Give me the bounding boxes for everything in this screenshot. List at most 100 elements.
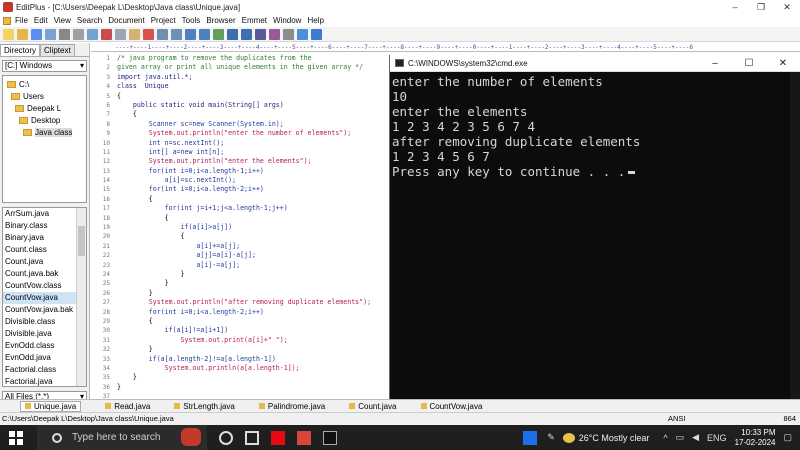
weather-icon[interactable]	[562, 432, 575, 443]
file-item[interactable]: Divisible.java	[3, 328, 86, 340]
help-icon[interactable]	[311, 28, 322, 40]
netflix-icon[interactable]	[271, 430, 285, 445]
menu-file[interactable]: File	[15, 16, 28, 25]
code-line[interactable]: import java.util.*;	[117, 73, 391, 82]
doc-tab-read[interactable]: Read.java	[105, 402, 150, 411]
drive-select[interactable]: [C:] Windows	[2, 60, 87, 72]
cortana-icon[interactable]	[219, 430, 233, 445]
code-line[interactable]: }	[117, 383, 391, 392]
cmd-scrollbar[interactable]	[790, 72, 800, 399]
code-line[interactable]: for(int i=0;i<a.length-2;i++)	[117, 308, 391, 317]
file-list-scrollbar[interactable]	[76, 208, 86, 386]
code-line[interactable]: /* java program to remove the duplicates…	[117, 54, 391, 63]
volume-icon[interactable]: ◀	[692, 432, 699, 443]
file-item[interactable]: CountVow.java.bak	[3, 304, 86, 316]
code-line[interactable]: int[] a=new int[n];	[117, 148, 391, 157]
weather-text[interactable]: 26°C Mostly clear	[579, 433, 650, 443]
open-folder-icon[interactable]	[17, 28, 28, 40]
print-preview-icon[interactable]	[73, 28, 84, 40]
file-item[interactable]: Count.java	[3, 256, 86, 268]
code-line[interactable]: class Unique	[117, 82, 391, 91]
code-line[interactable]: for(int i=0;i<a.length-1;i++)	[117, 167, 391, 176]
taskbar-search[interactable]: Type here to search	[37, 425, 207, 450]
find-icon[interactable]	[185, 28, 196, 40]
console-output[interactable]: enter the number of elements 10 enter th…	[390, 72, 800, 179]
menu-search[interactable]: Search	[77, 16, 102, 25]
maximize-button[interactable]: ❐	[748, 0, 774, 14]
code-line[interactable]: public static void main(String[] args)	[117, 101, 391, 110]
code-line[interactable]: {	[117, 232, 391, 241]
file-item[interactable]: Divisible.class	[3, 316, 86, 328]
code-line[interactable]: }	[117, 279, 391, 288]
code-line[interactable]: a[i]+=a[j];	[117, 242, 391, 251]
folder-item[interactable]: Desktop	[3, 114, 86, 126]
code-line[interactable]: }	[117, 289, 391, 298]
doc-tab-strlength[interactable]: StrLength.java	[174, 402, 235, 411]
cut-icon[interactable]	[101, 28, 112, 40]
tab-directory[interactable]: Directory	[0, 44, 41, 56]
code-line[interactable]: given array or print all unique elements…	[117, 63, 391, 72]
undo-icon[interactable]	[157, 28, 168, 40]
code-line[interactable]	[117, 392, 391, 398]
menu-emmet[interactable]: Emmet	[242, 16, 267, 25]
code-line[interactable]: {	[117, 317, 391, 326]
code-line[interactable]: a[j]=a[i]-a[j];	[117, 251, 391, 260]
editplus-taskbar-icon[interactable]	[297, 430, 311, 445]
onedrive-icon[interactable]	[523, 430, 538, 445]
goto-icon[interactable]	[213, 28, 224, 40]
file-item-selected[interactable]: CountVow.java	[3, 292, 86, 304]
code-line[interactable]: }	[117, 270, 391, 279]
tab-cliptext[interactable]: Cliptext	[40, 44, 75, 56]
doc-tab-countvow[interactable]: CountVow.java	[420, 402, 482, 411]
doc-tab-palindrome[interactable]: Palindrome.java	[258, 402, 325, 411]
code-line[interactable]: a[i]=sc.nextInt();	[117, 176, 391, 185]
menu-document[interactable]: Document	[108, 16, 144, 25]
task-view-icon[interactable]	[245, 430, 259, 445]
folder-item[interactable]: C:\	[3, 78, 86, 90]
code-line[interactable]: {	[117, 214, 391, 223]
code-area[interactable]: /* java program to remove the duplicates…	[117, 54, 391, 398]
folder-item[interactable]: Users	[3, 90, 86, 102]
scrollbar-thumb[interactable]	[78, 226, 85, 256]
replace-icon[interactable]	[199, 28, 210, 40]
line-number-icon[interactable]	[255, 28, 266, 40]
doc-tab-unique[interactable]: Unique.java	[20, 400, 82, 412]
file-item[interactable]: Factorial.class	[3, 364, 86, 376]
network-icon[interactable]: ▭	[676, 432, 685, 443]
code-line[interactable]: Scanner sc=new Scanner(System.in);	[117, 120, 391, 129]
code-line[interactable]: }	[117, 373, 391, 382]
code-line[interactable]: System.out.println("enter the number of …	[117, 129, 391, 138]
language-indicator[interactable]: ENG	[707, 433, 727, 443]
file-item[interactable]: Factorial.java	[3, 376, 86, 386]
doc-tab-count[interactable]: Count.java	[349, 402, 397, 411]
paste-icon[interactable]	[129, 28, 140, 40]
code-line[interactable]: a[i]-=a[j];	[117, 261, 391, 270]
file-item[interactable]: Binary.java	[3, 232, 86, 244]
menu-window[interactable]: Window	[273, 16, 301, 25]
file-item[interactable]: CountVow.class	[3, 280, 86, 292]
menu-edit[interactable]: Edit	[34, 16, 48, 25]
cmd-minimize-button[interactable]: –	[698, 55, 732, 72]
code-line[interactable]: if(a[i]!=a[i+1])	[117, 326, 391, 335]
code-line[interactable]: System.out.print(a[i]+" ");	[117, 336, 391, 345]
cmd-maximize-button[interactable]: ☐	[732, 55, 766, 72]
clock[interactable]: 10:33 PM 17-02-2024	[735, 428, 776, 448]
file-item[interactable]: EvnOdd.class	[3, 340, 86, 352]
menu-project[interactable]: Project	[151, 16, 176, 25]
code-line[interactable]: {	[117, 92, 391, 101]
new-file-icon[interactable]	[3, 28, 14, 40]
code-line[interactable]: System.out.println(a[a.length-1]);	[117, 364, 391, 373]
chevron-up-icon[interactable]: ^	[663, 433, 667, 443]
spell-check-icon[interactable]	[87, 28, 98, 40]
menu-view[interactable]: View	[54, 16, 71, 25]
print-icon[interactable]	[59, 28, 70, 40]
folder-item[interactable]: Deepak L	[3, 102, 86, 114]
pen-icon[interactable]: ✎	[547, 432, 555, 443]
delete-icon[interactable]	[143, 28, 154, 40]
file-item[interactable]: ArrSum.java	[3, 208, 86, 220]
file-item[interactable]: Count.class	[3, 244, 86, 256]
code-line[interactable]: System.out.println("after removing dupli…	[117, 298, 391, 307]
code-line[interactable]: for(int j=i+1;j<a.length-1;j++)	[117, 204, 391, 213]
code-line[interactable]: {	[117, 110, 391, 119]
word-wrap-icon[interactable]	[227, 28, 238, 40]
